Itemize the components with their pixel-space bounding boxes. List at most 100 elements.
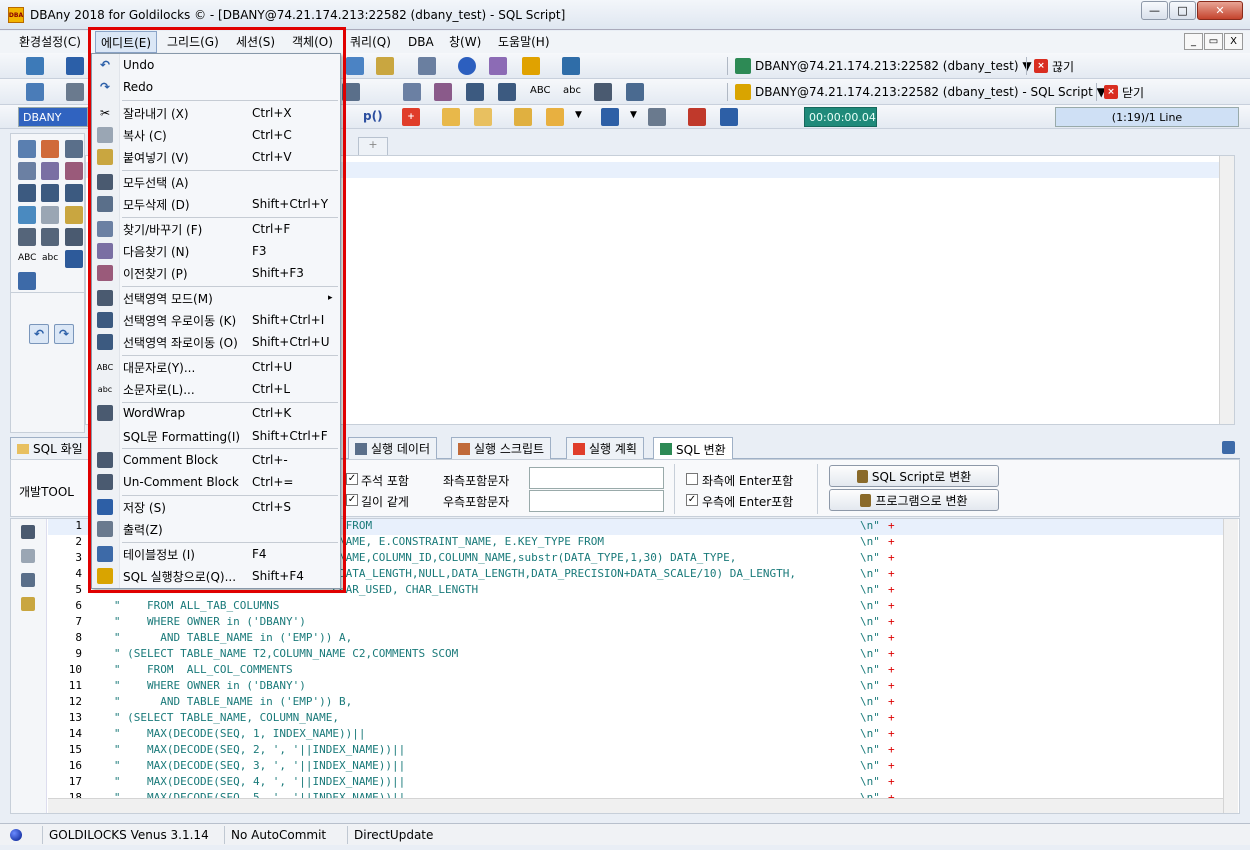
find-icon[interactable] [403, 83, 421, 101]
menu-item-comment-block[interactable]: Comment Block Ctrl+- [92, 449, 340, 471]
mdi-minimize-button[interactable]: _ [1184, 33, 1203, 50]
mdi-restore-button[interactable]: ▭ [1204, 33, 1223, 50]
right-enter-checkbox[interactable]: ✓ [686, 494, 698, 506]
uppercase-icon[interactable]: ABC [18, 253, 36, 263]
tab-sql-convert[interactable]: SQL 변환 [653, 437, 733, 460]
tab-exec-data[interactable]: 실행 데이터 [348, 437, 438, 459]
tab-exec-plan[interactable]: 실행 계획 [566, 437, 644, 459]
script-selector[interactable]: DBANY@74.21.174.213:22582 (dbany_test) -… [735, 81, 1106, 103]
arrow-right-icon[interactable] [66, 57, 84, 75]
table-icon[interactable] [18, 228, 36, 246]
menu-item-cut[interactable]: ✂ 잘라내기 (X) Ctrl+X [92, 102, 340, 124]
tools-icon[interactable] [26, 83, 44, 101]
menu-window[interactable]: 창(W) [444, 31, 486, 53]
menu-item-table-info[interactable]: 테이블정보 (I) F4 [92, 543, 340, 565]
wordwrap-icon[interactable] [21, 525, 35, 539]
include-comment-checkbox[interactable]: ✓ [346, 473, 358, 485]
save-icon[interactable] [601, 108, 619, 126]
document-icon[interactable] [18, 140, 36, 158]
document-icon[interactable] [342, 83, 360, 101]
menu-item-sql-formatting[interactable]: SQL문 Formatting(I) Shift+Ctrl+F [92, 425, 340, 447]
list-icon[interactable] [18, 184, 36, 202]
menu-object[interactable]: 객체(O) [287, 31, 338, 53]
add-icon[interactable]: + [402, 108, 420, 126]
menu-item-uncomment-block[interactable]: Un-Comment Block Ctrl+= [92, 471, 340, 493]
number-format-icon[interactable] [65, 250, 83, 268]
dropdown-arrow-icon[interactable]: ▼ [630, 110, 637, 120]
menu-item-selection-mode[interactable]: 선택영역 모드(M) ▸ [92, 287, 340, 309]
lowercase-icon[interactable]: abc [42, 253, 58, 263]
open-folder-icon[interactable] [546, 108, 564, 126]
menu-query[interactable]: 쿼리(Q) [345, 31, 396, 53]
menu-item-select-all[interactable]: 모두선택 (A) [92, 171, 340, 193]
pin-icon[interactable] [1222, 441, 1235, 454]
paste-icon[interactable] [65, 206, 83, 224]
export-icon[interactable] [562, 57, 580, 75]
menu-help[interactable]: 도움말(H) [493, 31, 555, 53]
menu-dba[interactable]: DBA [403, 31, 439, 53]
maximize-button[interactable]: □ [1169, 1, 1196, 20]
wordwrap-icon[interactable] [594, 83, 612, 101]
convert-to-sql-script-button[interactable]: SQL Script로 변환 [829, 465, 999, 487]
code-horizontal-scrollbar[interactable] [48, 798, 1223, 813]
code-vertical-scrollbar[interactable] [1223, 519, 1238, 813]
menu-item-indent-left[interactable]: 선택영역 좌로이동 (O) Shift+Ctrl+U [92, 331, 340, 353]
new-file-icon[interactable] [442, 108, 460, 126]
left-include-char-input[interactable] [529, 467, 664, 489]
copy-icon[interactable] [41, 206, 59, 224]
indent-right-icon[interactable] [41, 184, 59, 202]
notes-icon[interactable] [514, 108, 532, 126]
dba-icon[interactable] [522, 57, 540, 75]
menu-item-uppercase[interactable]: ABC 대문자로(Y)... Ctrl+U [92, 356, 340, 378]
binoculars-icon[interactable] [418, 57, 436, 75]
grid-icon[interactable] [346, 57, 364, 75]
menu-item-save[interactable]: 저장 (S) Ctrl+S [92, 496, 340, 518]
menu-item-find-replace[interactable]: 찾기/바꾸기 (F) Ctrl+F [92, 218, 340, 240]
find-previous-icon[interactable] [65, 162, 83, 180]
menu-item-wordwrap[interactable]: WordWrap Ctrl+K [92, 402, 340, 424]
menu-item-paste[interactable]: 붙여넣기 (V) Ctrl+V [92, 146, 340, 168]
print-icon[interactable] [648, 108, 666, 126]
menu-grid[interactable]: 그리드(G) [162, 31, 224, 53]
uppercase-icon[interactable]: ABC [530, 85, 551, 96]
schema-input[interactable]: DBANY [18, 107, 88, 127]
format-icon[interactable] [626, 83, 644, 101]
new-tab-button[interactable]: + [358, 137, 388, 155]
left-enter-checkbox[interactable] [686, 473, 698, 485]
connection-selector[interactable]: DBANY@74.21.174.213:22582 (dbany_test) ▼ [735, 55, 1032, 77]
indent-right-icon[interactable] [466, 83, 484, 101]
properties-icon[interactable] [376, 57, 394, 75]
redo-icon[interactable]: ↷ [54, 324, 74, 344]
import-icon[interactable] [688, 108, 706, 126]
close-tab-button[interactable]: × 닫기 [1104, 81, 1144, 103]
right-include-char-input[interactable] [529, 490, 664, 512]
menu-edit[interactable]: 에디트(E) [95, 31, 158, 53]
find-icon[interactable] [18, 162, 36, 180]
edit-icon[interactable] [41, 140, 59, 158]
menu-item-print[interactable]: 출력(Z) [92, 518, 340, 540]
export-icon[interactable] [18, 206, 36, 224]
print-icon[interactable] [66, 83, 84, 101]
close-window-button[interactable]: ✕ [1197, 1, 1243, 20]
copy-icon[interactable] [21, 549, 35, 563]
layout-icon[interactable] [18, 272, 36, 290]
menu-item-redo[interactable]: ↷ Redo [92, 76, 340, 98]
cube-icon[interactable] [489, 57, 507, 75]
indent-left-icon[interactable] [498, 83, 516, 101]
minimize-button[interactable]: — [1141, 1, 1168, 20]
menu-item-find-previous[interactable]: 이전찾기 (P) Shift+F3 [92, 262, 340, 284]
disconnect-button[interactable]: × 끊기 [1034, 55, 1074, 77]
notes-icon[interactable] [65, 140, 83, 158]
mdi-close-button[interactable]: X [1224, 33, 1243, 50]
indent-left-icon[interactable] [65, 184, 83, 202]
menu-item-undo[interactable]: ↶ Undo [92, 54, 340, 76]
wordwrap-icon[interactable] [65, 228, 83, 246]
menu-item-to-sql-window[interactable]: SQL 실행창으로(Q)... Shift+F4 [92, 565, 340, 587]
undo-icon[interactable]: ↶ [29, 324, 49, 344]
grid-icon[interactable] [41, 228, 59, 246]
tab-sql-file[interactable]: SQL 화일 [10, 437, 90, 459]
tab-exec-script[interactable]: 실행 스크립트 [451, 437, 552, 459]
connect-icon[interactable] [26, 57, 44, 75]
document-icon[interactable] [21, 573, 35, 587]
menu-item-indent-right[interactable]: 선택영역 우로이동 (K) Shift+Ctrl+I [92, 309, 340, 331]
